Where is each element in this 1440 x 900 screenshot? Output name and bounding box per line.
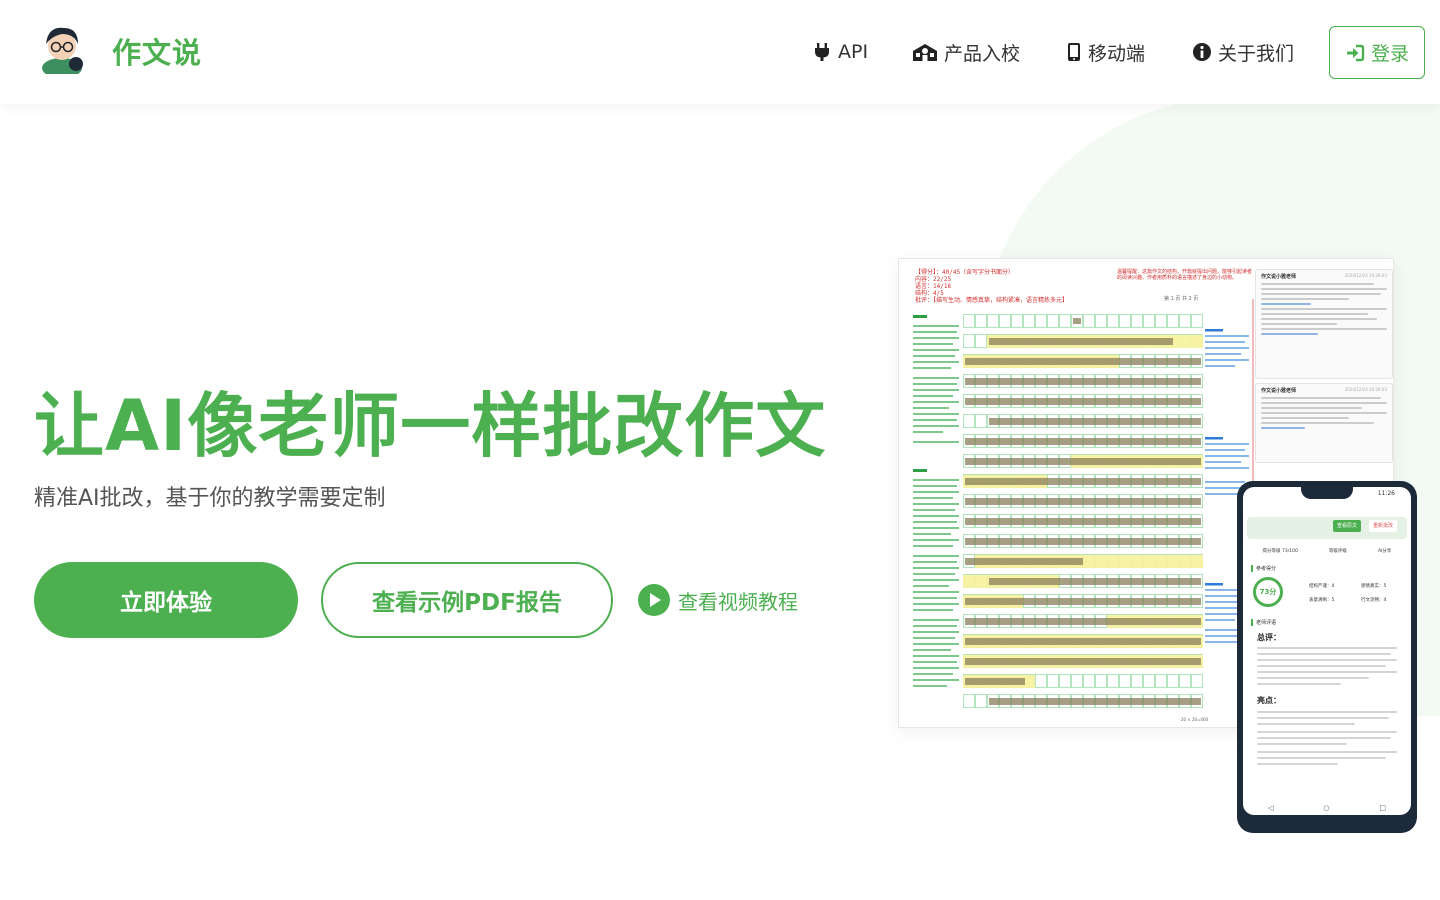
nav-item-label: 关于我们 [1218, 42, 1295, 65]
video-tutorial-link[interactable]: 查看视频教程 [638, 584, 798, 616]
phone-heading-summary: 总评： [1257, 633, 1281, 642]
doc-score-line: 【得分】：40/45（含写字分书面分） [915, 269, 1015, 276]
recents-icon: □ [1379, 804, 1386, 812]
mobile-icon [1068, 43, 1080, 61]
phone-header-bar: 查看原文 重新批改 [1247, 517, 1407, 539]
comment-date: 2024/12/24 10:26:03 [1344, 273, 1387, 278]
phone-kv: 结构严谨：4 [1309, 584, 1335, 589]
phone-status-time: 11:26 [1377, 490, 1395, 497]
logo-avatar-icon[interactable] [36, 20, 88, 74]
score-circle: 73分 [1253, 577, 1283, 607]
phone-text-lines [1257, 711, 1397, 769]
doc-score-line: 语言：14/16 [915, 283, 952, 290]
doc-score-line: 内容：22/25 [915, 276, 952, 283]
mobile-app-preview: 11:26 查看原文 重新批改 得分等级 73/100 等级评级 AI分享 参考… [1237, 481, 1417, 833]
comment-header: 作文说小雅老师 2024/12/24 10:26:03 [1261, 273, 1387, 280]
phone-notch [1301, 487, 1353, 499]
phone-stats-row: 得分等级 73/100 等级评级 AI分享 [1247, 543, 1407, 559]
phone-nav-bar: ◁ ○ □ [1243, 801, 1411, 815]
phone-text-lines [1257, 647, 1397, 689]
brand-name[interactable]: 作文说 [112, 30, 202, 72]
login-button[interactable]: 登录 [1329, 26, 1425, 79]
phone-kv: 行文流畅：4 [1361, 598, 1387, 603]
plug-icon [815, 43, 829, 61]
left-annotation-lines [913, 315, 959, 687]
phone-screen: 11:26 查看原文 重新批改 得分等级 73/100 等级评级 AI分享 参考… [1243, 487, 1411, 815]
login-arrow-icon [1346, 44, 1365, 61]
nav-item-label: 移动端 [1088, 42, 1146, 65]
play-icon [638, 584, 670, 616]
doc-top-note: 温馨提醒：这篇作文的结构，开篇就提出问题，能够引起读者的阅读兴趣。作者用质朴的语… [1117, 269, 1253, 281]
info-icon [1193, 43, 1211, 61]
phone-stat: 等级评级 [1328, 549, 1347, 554]
top-navbar: 作文说 API 产品入校 移动端 关于我们 登录 [0, 0, 1440, 104]
comment-date: 2024/12/24 10:26:03 [1344, 387, 1387, 392]
phone-section-title: 参考得分 [1251, 565, 1276, 572]
comment-author: 作文说小雅老师 [1261, 274, 1297, 280]
comment-author: 作文说小雅老师 [1261, 388, 1297, 394]
nav-item-label: 产品入校 [944, 42, 1021, 65]
doc-score-line: 结构：4/5 [915, 290, 944, 297]
nav-item-about[interactable]: 关于我们 [1192, 38, 1294, 66]
teacher-comment-card: 作文说小雅老师 2024/12/24 10:26:03 [1255, 269, 1393, 379]
hero-subtitle: 精准AI批改，基于你的教学需要定制 [34, 486, 386, 511]
phone-stat: 得分等级 73/100 [1262, 549, 1298, 554]
login-label: 登录 [1370, 43, 1409, 65]
nav-item-api[interactable]: API [812, 38, 868, 66]
try-now-button[interactable]: 立即体验 [34, 562, 298, 638]
hero-title: 让AI像老师一样批改作文 [34, 385, 827, 467]
nav-item-label: API [838, 41, 869, 63]
doc-page-number: 第 1 页 共 2 页 [1164, 296, 1199, 302]
phone-heading-highlights: 亮点： [1257, 696, 1281, 705]
regrade-chip: 重新批改 [1369, 520, 1398, 532]
phone-kv: 表意清晰：5 [1309, 598, 1335, 603]
phone-kv: 感情真实：5 [1361, 584, 1387, 589]
doc-score-line: 批评：【描写生动、情感真挚，结构紧凑，语言精炼多元】 [915, 297, 1069, 304]
back-icon: ◁ [1267, 804, 1274, 812]
teacher-comment-card: 作文说小雅老师 2024/12/24 10:26:03 [1255, 383, 1393, 463]
nav-item-school[interactable]: 产品入校 [912, 38, 1020, 66]
essay-grid-paper [963, 311, 1203, 711]
doc-footer-note: 20 × 20=400 [1181, 717, 1209, 722]
doc-left-annotations [913, 315, 961, 708]
video-tutorial-label: 查看视频教程 [678, 589, 798, 614]
nav-item-mobile[interactable]: 移动端 [1066, 38, 1145, 66]
doc-score-block: 【得分】：40/45（含写字分书面分） 内容：22/25 语言：14/16 结构… [915, 269, 1068, 304]
view-original-chip: 查看原文 [1333, 520, 1362, 532]
comment-header: 作文说小雅老师 2024/12/24 10:26:03 [1261, 387, 1387, 394]
view-sample-pdf-button[interactable]: 查看示例PDF报告 [321, 562, 613, 638]
phone-stat: AI分享 [1378, 549, 1392, 554]
home-icon: ○ [1323, 804, 1330, 812]
phone-section-title: 老师评语 [1251, 619, 1276, 626]
school-icon [913, 44, 937, 61]
